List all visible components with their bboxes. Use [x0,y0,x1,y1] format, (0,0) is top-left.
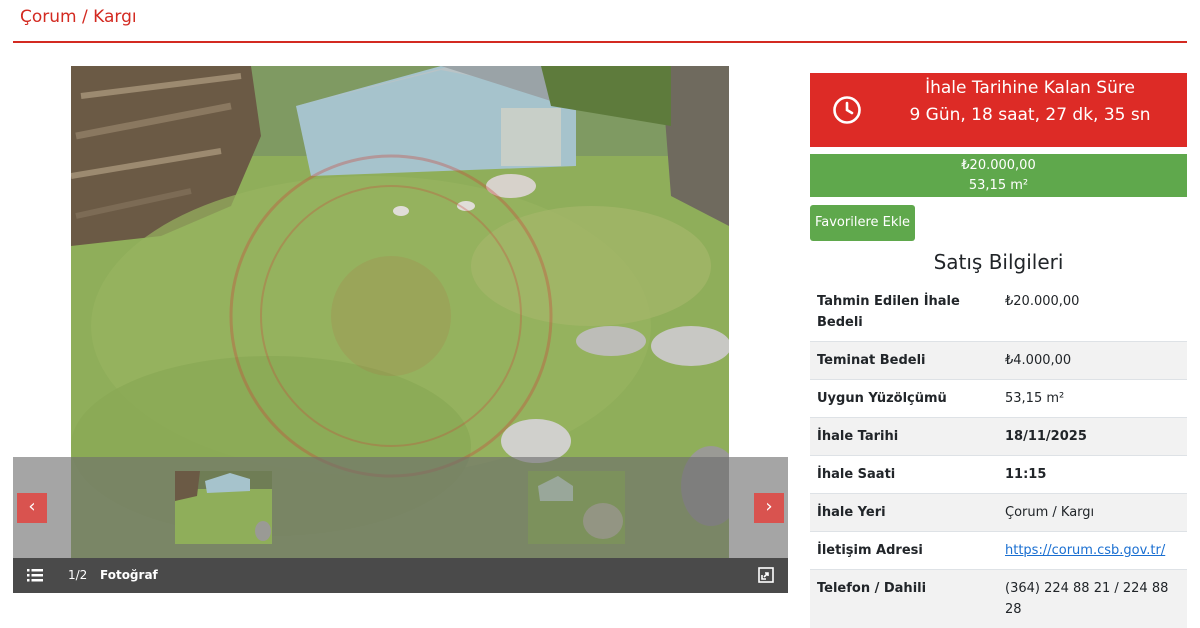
table-row: Telefon / Dahili (364) 224 88 21 / 224 8… [810,569,1187,628]
thumbnail-1[interactable] [175,471,272,544]
countdown-box: İhale Tarihine Kalan Süre 9 Gün, 18 saat… [810,73,1187,147]
row-label: Telefon / Dahili [810,569,998,628]
price-amount: ₺20.000,00 [961,158,1036,173]
table-row: İhale Yeri Çorum / Kargı [810,493,1187,532]
gallery-title: Fotoğraf [100,568,158,582]
countdown-value: 9 Gün, 18 saat, 27 dk, 35 sn [909,105,1151,125]
add-to-favorites-button[interactable]: Favorilere Ekle [810,205,915,241]
row-label: İletişim Adresi [810,531,998,570]
row-label: İhale Saati [810,455,998,494]
price-area: 53,15 m² [968,178,1029,193]
page: Çorum / Kargı ‹ › 1/2 Fotoğraf İhale Tar… [0,0,1200,628]
countdown-title: İhale Tarihine Kalan Süre [925,78,1135,98]
row-value: ₺20.000,00 [998,283,1187,342]
row-value: https://corum.csb.gov.tr/ [998,531,1187,570]
table-row: İhale Saati 11:15 [810,455,1187,494]
header-divider [13,41,1187,43]
row-value: 53,15 m² [998,379,1187,418]
chevron-right-icon: › [765,496,773,517]
chevron-left-icon: ‹ [28,496,36,517]
row-label: Tahmin Edilen İhale Bedeli [810,283,998,342]
breadcrumb[interactable]: Çorum / Kargı [20,7,137,27]
row-label: Uygun Yüzölçümü [810,379,998,418]
price-box: ₺20.000,00 53,15 m² [810,154,1187,197]
table-row: İhale Tarihi 18/11/2025 [810,417,1187,456]
row-value: (364) 224 88 21 / 224 88 28 [998,569,1187,628]
photo-counter: 1/2 [68,568,88,582]
row-value: Çorum / Kargı [998,493,1187,532]
photo-gallery: ‹ › 1/2 Fotoğraf [13,66,788,593]
section-title: Satış Bilgileri [933,250,1064,274]
thumbnail-2[interactable] [528,471,625,544]
gallery-prev-button[interactable]: ‹ [17,493,47,523]
thumbnail-image [175,471,272,544]
row-value: 18/11/2025 [998,417,1187,456]
thumbnail-strip [13,457,788,558]
table-row: Tahmin Edilen İhale Bedeli ₺20.000,00 [810,283,1187,342]
row-label: Teminat Bedeli [810,341,998,380]
gallery-toolbar: 1/2 Fotoğraf [13,558,788,593]
fullscreen-icon[interactable] [758,567,774,583]
row-value: 11:15 [998,455,1187,494]
row-label: İhale Tarihi [810,417,998,456]
list-icon[interactable] [27,569,43,582]
row-label: İhale Yeri [810,493,998,532]
contact-link[interactable]: https://corum.csb.gov.tr/ [1005,543,1165,558]
row-value: ₺4.000,00 [998,341,1187,380]
table-row: Uygun Yüzölçümü 53,15 m² [810,379,1187,418]
clock-icon [833,96,861,124]
table-row: İletişim Adresi https://corum.csb.gov.tr… [810,531,1187,570]
sale-info-table: Tahmin Edilen İhale Bedeli ₺20.000,00 Te… [810,283,1187,628]
thumbnail-image [528,471,625,544]
table-row: Teminat Bedeli ₺4.000,00 [810,341,1187,380]
gallery-next-button[interactable]: › [754,493,784,523]
